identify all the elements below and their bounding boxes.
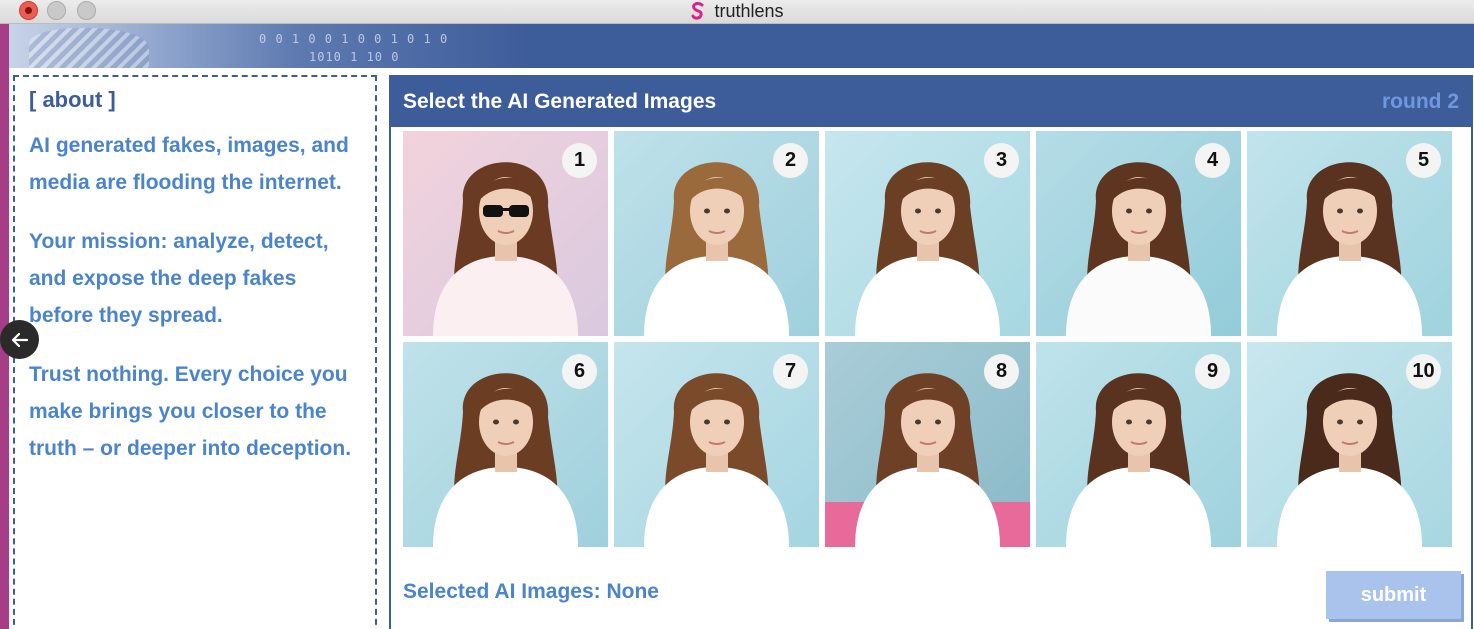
image-number-badge: 2 bbox=[773, 143, 808, 178]
arrow-left-icon bbox=[11, 332, 28, 347]
image-tile[interactable]: 4 bbox=[1036, 131, 1241, 336]
banner-binary-text: 1010 1 10 0 bbox=[309, 50, 400, 64]
window-title-group: truthlens bbox=[0, 0, 1474, 22]
image-tile[interactable]: 5 bbox=[1247, 131, 1452, 336]
image-tile[interactable]: 1 bbox=[403, 131, 608, 336]
image-tile[interactable]: 3 bbox=[825, 131, 1030, 336]
window-title: truthlens bbox=[714, 0, 784, 21]
about-paragraph: Trust nothing. Every choice you make bri… bbox=[29, 363, 352, 460]
round-indicator: round 2 bbox=[1382, 90, 1459, 113]
game-title: Select the AI Generated Images bbox=[403, 90, 717, 113]
image-grid: 1 2 3 4 5 6 7 8 9 10 bbox=[403, 131, 1452, 547]
image-tile[interactable]: 2 bbox=[614, 131, 819, 336]
about-panel: [ about ] AI generated fakes, images, an… bbox=[13, 75, 377, 629]
image-number-badge: 10 bbox=[1406, 354, 1441, 389]
game-header: Select the AI Generated Images round 2 bbox=[391, 77, 1471, 127]
app-window: 0 0 1 0 0 1 0 0 1 0 1 0 1010 1 10 0 [ ab… bbox=[9, 24, 1474, 629]
submit-button[interactable]: submit bbox=[1326, 571, 1461, 619]
banner-artwork bbox=[9, 24, 529, 68]
image-number-badge: 1 bbox=[562, 143, 597, 178]
image-tile[interactable]: 9 bbox=[1036, 342, 1241, 547]
about-paragraph: Your mission: analyze, detect, and expos… bbox=[29, 230, 329, 327]
image-number-badge: 8 bbox=[984, 354, 1019, 389]
header-banner: 0 0 1 0 0 1 0 0 1 0 1 0 1010 1 10 0 bbox=[9, 24, 1474, 68]
about-heading: [ about ] bbox=[29, 87, 116, 112]
image-number-badge: 6 bbox=[562, 354, 597, 389]
selected-images-status: Selected AI Images: None bbox=[403, 580, 659, 603]
image-tile[interactable]: 8 bbox=[825, 342, 1030, 547]
image-number-badge: 4 bbox=[1195, 143, 1230, 178]
window-titlebar: truthlens bbox=[0, 0, 1474, 24]
image-tile[interactable]: 6 bbox=[403, 342, 608, 547]
banner-binary-text: 0 0 1 0 0 1 0 0 1 0 1 0 bbox=[259, 32, 449, 46]
image-number-badge: 3 bbox=[984, 143, 1019, 178]
image-number-badge: 9 bbox=[1195, 354, 1230, 389]
image-tile[interactable]: 7 bbox=[614, 342, 819, 547]
image-tile[interactable]: 10 bbox=[1247, 342, 1452, 547]
game-panel: Select the AI Generated Images round 2 1… bbox=[389, 75, 1473, 629]
truthlens-logo-icon bbox=[691, 2, 704, 20]
image-number-badge: 7 bbox=[773, 354, 808, 389]
back-button[interactable] bbox=[0, 320, 39, 359]
image-number-badge: 5 bbox=[1406, 143, 1441, 178]
about-paragraph: AI generated fakes, images, and media ar… bbox=[29, 134, 349, 194]
